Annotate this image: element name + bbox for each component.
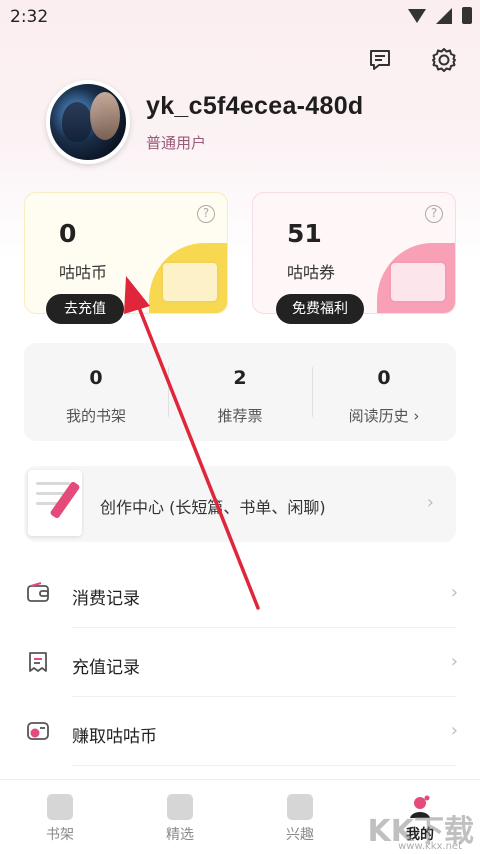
wallet-icon	[27, 582, 49, 602]
user-level: 普通用户	[146, 134, 207, 152]
stat-recommend-tickets[interactable]: 2 推荐票	[168, 343, 312, 441]
signal-icon	[436, 7, 452, 24]
message-button[interactable]	[366, 46, 394, 74]
receipt-icon	[29, 652, 47, 672]
menu-consumption-records[interactable]: 消费记录 ›	[0, 560, 480, 628]
menu-earn-coins[interactable]: 赚取咕咕币 ›	[0, 698, 480, 766]
stat-value: 0	[377, 367, 391, 389]
creation-center[interactable]: 创作中心 (长短篇、书单、闲聊) ›	[24, 466, 456, 542]
stats-panel: 0 我的书架 2 推荐票 0 阅读历史 ›	[24, 343, 456, 441]
interest-icon	[287, 794, 313, 820]
ticket-illustration	[389, 261, 447, 303]
ticket-balance: 51	[287, 219, 322, 248]
featured-icon	[167, 794, 193, 820]
stat-label: 推荐票	[217, 407, 263, 425]
watermark-url: www.kkx.net	[398, 841, 462, 852]
document-icon	[28, 470, 82, 536]
message-icon	[370, 50, 390, 70]
coin-illustration	[161, 261, 219, 303]
tab-label: 书架	[46, 827, 74, 843]
chevron-right-icon: ›	[450, 582, 458, 603]
battery-icon	[462, 7, 472, 24]
tab-label: 精选	[166, 827, 194, 843]
gear-icon	[432, 48, 456, 72]
free-benefits-button[interactable]: 免费福利	[276, 294, 364, 324]
bookshelf-icon	[47, 794, 73, 820]
status-bar: 2:32	[0, 0, 480, 34]
wifi-icon	[408, 8, 426, 23]
tab-bookshelf[interactable]: 书架	[0, 780, 120, 854]
menu-label: 消费记录	[72, 589, 140, 609]
help-icon[interactable]: ?	[197, 205, 215, 223]
stat-label: 我的书架	[65, 407, 126, 425]
settings-button[interactable]	[430, 46, 458, 74]
menu-label: 赚取咕咕币	[72, 727, 157, 747]
ticket-label: 咕咕券	[287, 263, 336, 282]
stat-reading-history[interactable]: 0 阅读历史 ›	[312, 343, 456, 441]
tab-label: 兴趣	[286, 827, 314, 843]
chevron-right-icon: ›	[450, 651, 458, 672]
recharge-button[interactable]: 去充值	[46, 294, 124, 324]
stat-label: 阅读历史 ›	[348, 407, 420, 425]
username: yk_c5f4ecea-480d	[146, 92, 364, 120]
chevron-right-icon: ›	[426, 492, 434, 513]
menu-label: 充值记录	[72, 658, 140, 678]
chevron-right-icon: ›	[450, 720, 458, 741]
tab-featured[interactable]: 精选	[120, 780, 240, 854]
coin-earn-icon	[27, 722, 49, 740]
coin-label: 咕咕币	[59, 263, 108, 282]
stat-value: 2	[233, 367, 247, 389]
creation-center-label: 创作中心 (长短篇、书单、闲聊)	[100, 498, 326, 517]
menu-recharge-records[interactable]: 充值记录 ›	[0, 629, 480, 697]
help-icon[interactable]: ?	[425, 205, 443, 223]
bottom-tab-bar: 书架 精选 兴趣 我的 KK下载 www.kkx.net	[0, 779, 480, 854]
stat-bookshelf[interactable]: 0 我的书架	[24, 343, 168, 441]
avatar[interactable]	[46, 80, 130, 164]
tab-interest[interactable]: 兴趣	[240, 780, 360, 854]
status-time: 2:32	[10, 7, 49, 27]
coin-balance: 0	[59, 219, 77, 248]
stat-value: 0	[89, 367, 103, 389]
